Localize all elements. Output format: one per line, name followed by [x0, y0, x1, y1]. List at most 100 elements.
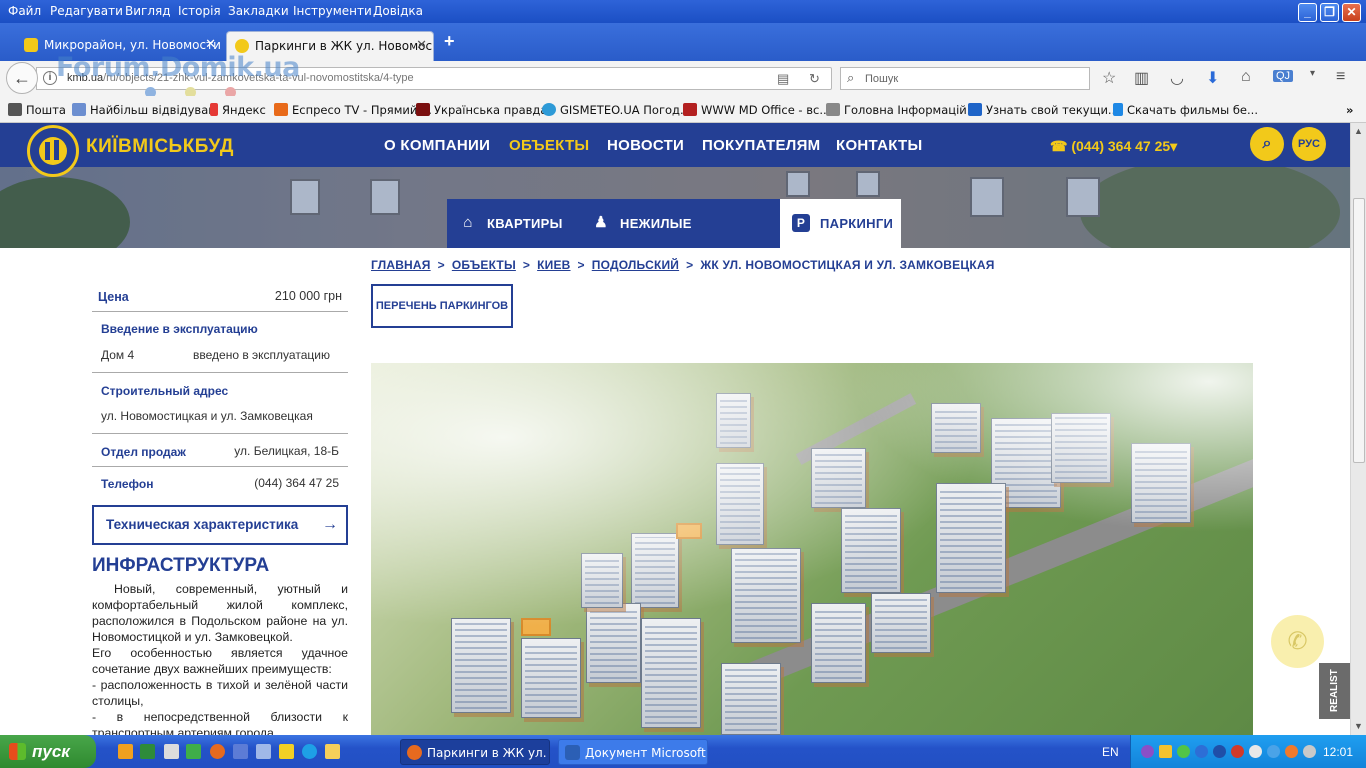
task-word-document[interactable]: Документ Microsoft ... — [558, 739, 708, 765]
tray-icon[interactable] — [1177, 745, 1190, 758]
close-window-button[interactable]: ✕ — [1342, 3, 1361, 22]
site-logo-text[interactable]: КИЇВМІСЬКБУД — [86, 136, 234, 158]
menu-view[interactable]: Вигляд — [125, 4, 171, 18]
subnav-label: КВАРТИРЫ — [487, 216, 563, 231]
word-icon — [565, 745, 580, 760]
breadcrumb-podilskyi[interactable]: ПОДОЛЬСКИЙ — [592, 258, 679, 272]
skype-icon[interactable] — [302, 744, 317, 759]
realist-badge[interactable]: REALIST — [1319, 663, 1350, 719]
tray-icon[interactable] — [1303, 745, 1316, 758]
quicklaunch-icon[interactable] — [118, 744, 133, 759]
tray-icon[interactable] — [1159, 745, 1172, 758]
address-label: Строительный адрес — [101, 384, 229, 398]
menu-help[interactable]: Довідка — [373, 4, 423, 18]
maximize-button[interactable]: ❐ — [1320, 3, 1339, 22]
clock[interactable]: 12:01 — [1323, 745, 1353, 759]
language-button[interactable]: РУС — [1292, 127, 1326, 161]
breadcrumb-objects[interactable]: ОБЪЕКТЫ — [452, 258, 516, 272]
back-button[interactable]: ← — [6, 62, 38, 94]
subnav-apartments[interactable]: ⌂ КВАРТИРЫ — [447, 199, 580, 248]
menu-tools[interactable]: Інструменти — [293, 4, 372, 18]
price-value: 210 000 грн — [274, 289, 342, 303]
nav-about[interactable]: О КОМПАНИИ — [384, 137, 490, 154]
nav-objects[interactable]: ОБЪЕКТЫ — [509, 137, 589, 154]
bookmark-item[interactable]: Українська правда — [416, 103, 547, 117]
notepad-icon[interactable] — [164, 744, 179, 759]
firefox-icon[interactable] — [210, 744, 225, 759]
menu-bookmarks[interactable]: Закладки — [228, 4, 289, 18]
folder-icon[interactable] — [325, 744, 340, 759]
menu-file[interactable]: Файл — [8, 4, 41, 18]
overflow-chevron-icon[interactable]: ▾ — [1310, 68, 1315, 79]
subnav-commercial[interactable]: ♟ НЕЖИЛЫЕ ПОМЕЩЕНИЯ — [580, 199, 780, 248]
callback-phone-icon[interactable]: ✆ — [1271, 615, 1324, 668]
search-bar[interactable]: ⌕ Пошук — [840, 67, 1090, 90]
menu-history[interactable]: Історія — [178, 4, 221, 18]
tray-icon[interactable] — [1195, 745, 1208, 758]
phone-value[interactable]: (044) 364 47 25 — [254, 476, 339, 490]
infra-paragraph: Новый, современный, уютный и комфортабел… — [92, 582, 348, 644]
excel-icon[interactable] — [140, 744, 155, 759]
nav-buyers[interactable]: ПОКУПАТЕЛЯМ — [702, 137, 820, 154]
bookmark-item[interactable]: WWW MD Office - вс... — [683, 103, 830, 117]
tray-network-icon[interactable] — [1249, 745, 1262, 758]
site-info-icon[interactable]: i — [43, 71, 57, 85]
header-phone[interactable]: ☎ (044) 364 47 25▾ — [1050, 138, 1177, 155]
image-fog — [371, 363, 1253, 735]
company-logo-icon[interactable] — [27, 125, 79, 177]
parking-list-button[interactable]: ПЕРЕЧЕНЬ ПАРКИНГОВ — [371, 284, 513, 328]
quicklaunch-icon[interactable] — [279, 744, 294, 759]
bookmark-item[interactable]: Скачать фильмы бе... — [1113, 103, 1258, 117]
bookmark-item[interactable]: Узнать свой текущи... — [968, 103, 1119, 117]
reload-icon[interactable]: ↻ — [809, 71, 820, 87]
new-tab-plus-icon[interactable]: + — [444, 31, 455, 52]
keyboard-language[interactable]: EN — [1102, 745, 1119, 759]
quicklaunch-icon[interactable] — [186, 744, 201, 759]
nav-contacts[interactable]: КОНТАКТЫ — [836, 137, 922, 154]
hamburger-menu-icon[interactable]: ≡ — [1336, 68, 1345, 86]
quicklaunch-icon[interactable] — [233, 744, 248, 759]
minimize-button[interactable]: _ — [1298, 3, 1317, 22]
quicklaunch-icon[interactable] — [256, 744, 271, 759]
subnav-parkings[interactable]: P ПАРКИНГИ — [780, 199, 901, 248]
nav-news[interactable]: НОВОСТИ — [607, 137, 684, 154]
scrollbar-thumb[interactable] — [1353, 198, 1365, 463]
breadcrumb-home[interactable]: ГЛАВНАЯ — [371, 258, 431, 272]
gismeteo-icon — [542, 103, 556, 116]
page-scrollbar[interactable]: ▲ ▼ — [1350, 123, 1366, 735]
bookmark-star-icon[interactable]: ☆ — [1102, 68, 1116, 88]
scroll-down-arrow-icon[interactable]: ▼ — [1354, 721, 1363, 731]
bookmark-item[interactable]: Еспресо TV - Прямий ... — [274, 103, 432, 117]
tray-phone-icon[interactable] — [1141, 745, 1154, 758]
bookmarks-library-icon[interactable]: ▥ — [1134, 68, 1149, 88]
tray-icon[interactable] — [1285, 745, 1298, 758]
scroll-up-arrow-icon[interactable]: ▲ — [1354, 126, 1363, 136]
bookmark-item[interactable]: Головна Інформацій... — [826, 103, 978, 117]
breadcrumb-kyiv[interactable]: КИЕВ — [537, 258, 570, 272]
downloads-icon[interactable]: ⬇ — [1206, 68, 1219, 88]
site-search-icon[interactable]: ⌕ — [1250, 127, 1284, 161]
search-placeholder: Пошук — [865, 73, 899, 85]
reader-view-icon[interactable]: ▤ — [777, 71, 789, 87]
tray-bluetooth-icon[interactable] — [1213, 745, 1226, 758]
bookmark-item[interactable]: GISMETEO.UA Погод... — [542, 103, 691, 117]
logo-emblem-inner — [39, 137, 67, 165]
close-tab-icon[interactable]: ✕ — [416, 32, 427, 60]
extension-icon[interactable]: QJ — [1273, 70, 1294, 82]
bookmark-item[interactable]: Пошта — [8, 103, 66, 117]
task-firefox-window[interactable]: Паркинги в ЖК ул. ... — [400, 739, 550, 765]
arrow-up-icon — [1113, 103, 1123, 116]
md-office-icon — [683, 103, 697, 116]
house-number: Дом 4 — [101, 348, 135, 362]
home-icon[interactable]: ⌂ — [1241, 68, 1251, 86]
bookmark-item[interactable]: Найбільш відвідувані — [72, 103, 219, 117]
more-bookmarks-chevron-icon[interactable]: » — [1346, 103, 1353, 117]
pocket-icon[interactable]: ◡ — [1170, 68, 1184, 88]
windows-flag-icon — [9, 743, 26, 760]
start-button[interactable]: пуск — [0, 735, 96, 768]
menu-edit[interactable]: Редагувати — [50, 4, 123, 18]
tray-icon[interactable] — [1267, 745, 1280, 758]
bookmark-item[interactable]: Яндекс — [210, 103, 266, 117]
tech-specs-button[interactable]: Техническая характеристика → — [92, 505, 348, 545]
tray-volume-icon[interactable] — [1231, 745, 1244, 758]
